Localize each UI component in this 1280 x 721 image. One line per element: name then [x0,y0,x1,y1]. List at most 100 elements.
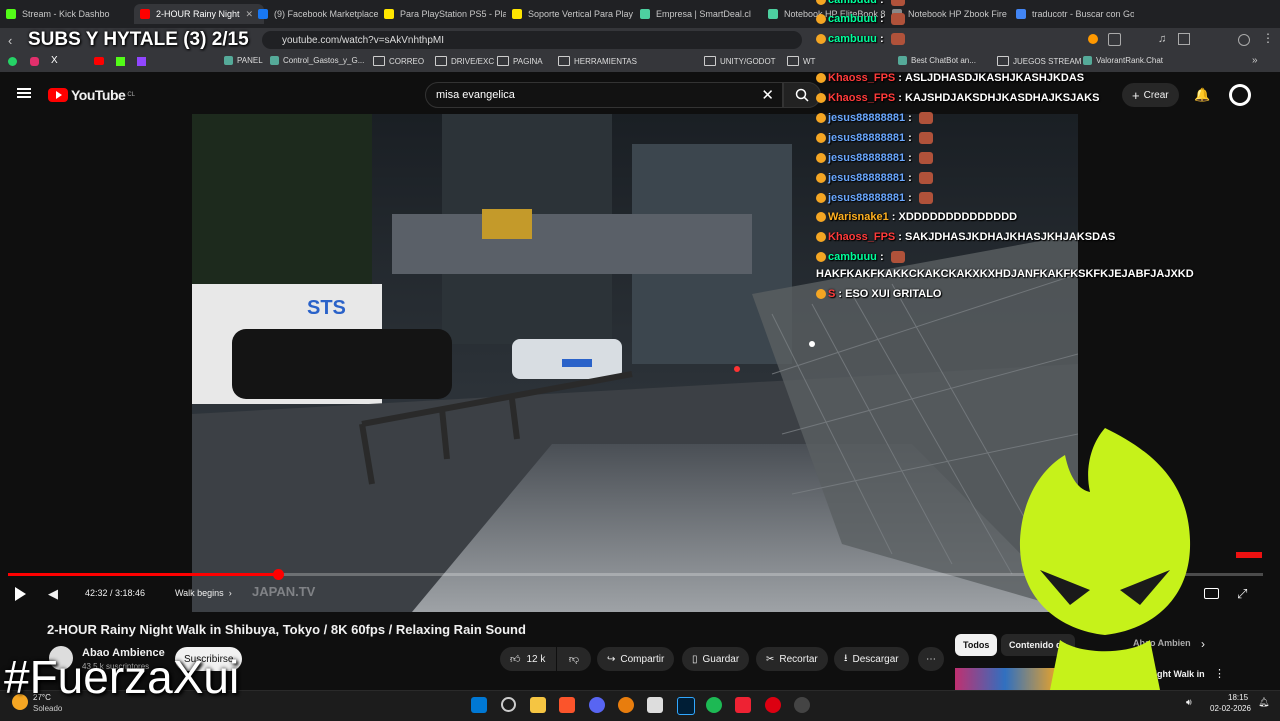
chip-all[interactable]: Todos [955,634,998,656]
chat-badge-icon [816,93,826,103]
tab-label: Soporte Vertical Para Play [528,9,634,19]
browser-tab[interactable]: Empresa | SmartDeal.cl [640,4,762,24]
browser-tab[interactable]: 2-HOUR Rainy Night ✕ [134,4,264,24]
tab-favicon-icon [258,9,268,19]
x-icon[interactable]: X [51,55,58,66]
browser-tab[interactable]: Stream - Kick Dashbo [6,4,126,24]
bookmark-item[interactable]: HERRAMIENTAS [558,56,637,66]
menu-dots-icon[interactable]: ⋮ [1262,31,1274,45]
chat-separator: : [876,251,887,263]
chat-emote-icon [918,172,933,184]
bookmark-item[interactable]: PANEL [224,56,263,65]
account-avatar[interactable] [1229,84,1251,106]
bookmark-item[interactable]: CORREO [373,56,424,66]
profile-icon[interactable] [1238,34,1250,46]
chat-message: jesus88888881 : [816,132,933,144]
create-button[interactable]: + Crear [1122,83,1179,107]
streamer-app-icon[interactable] [735,697,751,713]
back-icon[interactable]: ‹ [8,33,12,48]
save-button[interactable]: ▯ Guardar [682,647,750,671]
hamburger-menu-icon[interactable] [17,88,31,90]
chat-username: jesus88888881 [828,172,906,184]
volume-tray-icon[interactable]: 🔊︎ [1186,697,1192,708]
chips-next-icon[interactable]: › [1201,637,1205,651]
play-icon[interactable] [15,587,26,601]
more-bookmarks-icon[interactable]: » [1252,55,1258,66]
whatsapp-icon[interactable] [8,57,17,66]
bookmark-item[interactable]: Best ChatBot an... [898,56,976,65]
tab-favicon-icon [1016,9,1026,19]
blender-icon[interactable] [618,697,634,713]
file-explorer-icon[interactable] [530,697,546,713]
chat-emote-icon [890,0,905,6]
bookmark-item[interactable]: Control_Gastos_y_G... [270,56,364,65]
browser-tab[interactable]: (9) Facebook Marketplace [258,4,378,24]
folder-icon [558,56,570,66]
download-button[interactable]: ⭳ Descargar [834,647,909,671]
taskbar-search-icon[interactable] [501,697,516,712]
url-text: youtube.com/watch?v=sAkVnhthpMI [282,34,445,46]
fullscreen-icon[interactable]: ⤢ [1237,586,1247,602]
obs-icon[interactable] [794,697,810,713]
discord-icon[interactable] [589,697,605,713]
address-bar[interactable]: youtube.com/watch?v=sAkVnhthpMI [262,31,802,49]
bookmark-item[interactable]: JUEGOS STREAM [997,56,1081,66]
browser-tab[interactable]: Notebook HP Zbook Fire [892,4,1010,24]
share-button[interactable]: ↪ Compartir [597,647,675,671]
bookmark-item[interactable]: ValorantRank.Chat [1083,56,1163,65]
start-icon[interactable] [471,697,487,713]
weather-desc: Soleado [33,704,63,713]
recommended-menu-icon[interactable]: ⋮ [1214,667,1225,680]
bookmark-item[interactable]: DRIVE/EXC [435,56,494,66]
save-label: Guardar [702,653,740,665]
photoshop-icon[interactable] [677,697,695,715]
chat-message: Khaoss_FPS : KAJSHDJAKSDHJKASDHAJKSJAKS [816,92,1099,104]
chat-separator: : [895,92,906,104]
plus-icon: + [1132,87,1140,103]
folder-icon [435,56,447,66]
chat-emote-icon [918,152,933,164]
search-input[interactable]: misa evangelica ✕ [425,82,783,108]
chat-username: jesus88888881 [828,112,906,124]
spotify-icon[interactable] [706,697,722,713]
chapter-button[interactable]: Walk begins › [175,588,232,598]
cast-app-icon[interactable] [765,697,781,713]
bookmark-item[interactable]: WT [787,56,815,66]
miniplayer-icon[interactable] [1204,588,1219,599]
music-icon[interactable]: ♫ [1158,33,1166,45]
brave-icon[interactable] [559,697,575,713]
volume-icon[interactable]: ◀︎ [48,586,58,602]
instagram-icon[interactable] [30,57,39,66]
sidebar-icon[interactable] [1178,33,1190,45]
close-tab-icon[interactable]: ✕ [246,9,254,20]
folder-icon [997,56,1009,66]
youtube-bookmark-icon[interactable] [94,57,104,65]
dislike-button[interactable]: 👎︎ [557,647,591,671]
twitch-icon[interactable] [137,57,146,66]
extension-icon[interactable] [1088,34,1098,44]
youtube-logo[interactable]: YouTube CL [48,87,135,103]
clip-button[interactable]: ✂ Recortar [756,647,828,671]
chapter-label: Walk begins [175,588,224,598]
bookmark-item[interactable]: PAGINA [497,56,543,66]
thumbs-up-icon: 👍︎ [510,654,521,665]
browser-tab[interactable]: traducotr - Buscar con Go [1016,4,1134,24]
bookmark-label: PANEL [237,56,263,65]
video-player[interactable]: STS JAPAN.TV [192,114,1078,612]
chat-emote-icon [890,33,905,45]
bookmark-label: WT [803,56,816,66]
like-button[interactable]: 👍︎ 12 k [500,647,556,671]
notion-icon[interactable] [647,697,663,713]
browser-tab[interactable]: Soporte Vertical Para Play [512,4,634,24]
clear-search-icon[interactable]: ✕ [761,86,774,104]
subscribe-overlay-badge [1236,552,1262,558]
tab-favicon-icon [384,9,394,19]
notifications-bell-icon[interactable]: 🔔 [1194,87,1210,103]
more-actions-button[interactable]: ⋯ [918,647,944,671]
kick-icon[interactable] [116,57,125,66]
scrubber-handle[interactable] [272,569,284,580]
notification-center-icon[interactable]: 🔔︎ [1258,697,1269,708]
browser-tab[interactable]: Para PlayStation PS5 - Play [384,4,506,24]
puzzle-icon[interactable] [1108,33,1121,46]
bookmark-item[interactable]: UNITY/GODOT [704,56,776,66]
